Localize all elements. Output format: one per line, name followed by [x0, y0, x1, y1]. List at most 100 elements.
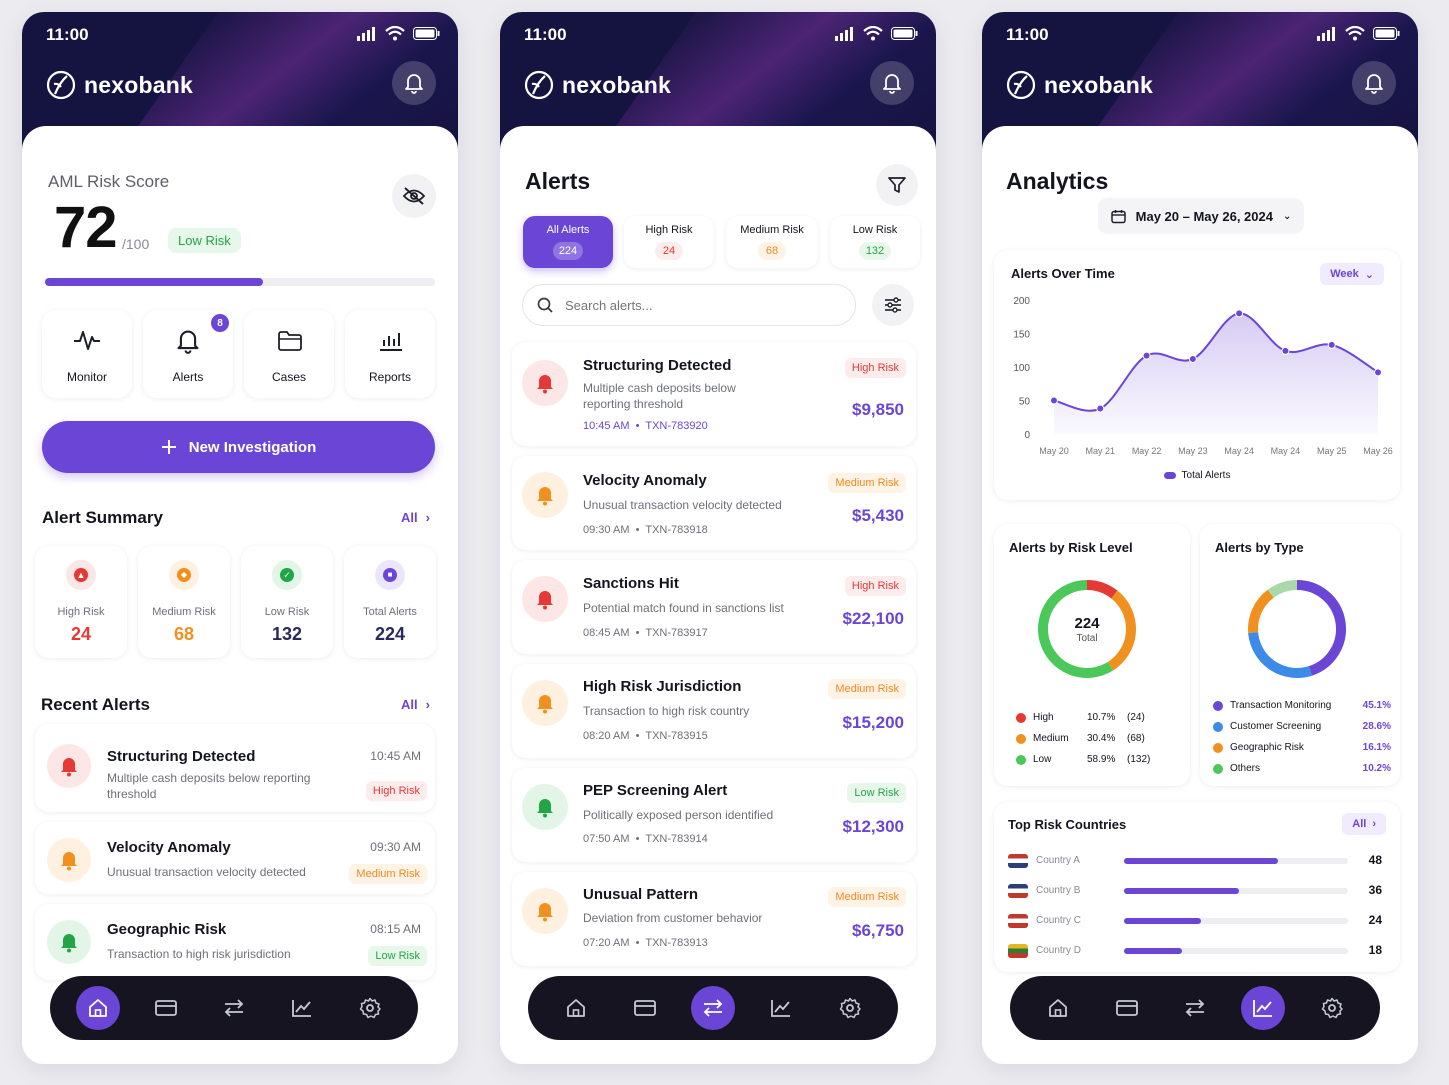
nav-home[interactable]: [76, 986, 120, 1030]
type-legend-row: Customer Screening 28.6%: [1213, 716, 1391, 737]
country-label: Country C: [1036, 915, 1082, 926]
alert-title: Geographic Risk: [107, 921, 227, 938]
x-tick-label: May 20: [1039, 446, 1069, 456]
country-bar-track: [1124, 948, 1348, 954]
donut-slice[interactable]: [1248, 631, 1312, 678]
tab-low-risk[interactable]: Low Risk 132: [830, 216, 920, 268]
type-legend-row: Others 10.2%: [1213, 758, 1391, 779]
card-icon: [1115, 1000, 1138, 1016]
search-icon: [537, 297, 553, 313]
country-bar: [1124, 948, 1182, 954]
search-input[interactable]: [565, 297, 805, 313]
nav-home[interactable]: [554, 986, 598, 1030]
tab-label: High Risk: [645, 224, 693, 236]
bell-icon: [883, 74, 901, 94]
country-value: 18: [1368, 943, 1382, 957]
alert-list-item[interactable]: Structuring Detected Multiple cash depos…: [512, 342, 916, 446]
quick-action-cases[interactable]: Cases: [244, 310, 334, 398]
nav-cards[interactable]: [144, 986, 188, 1030]
alert-description: Politically exposed person identified: [583, 808, 774, 822]
nav-settings[interactable]: [348, 986, 392, 1030]
risk-level-badge: Low Risk: [168, 228, 241, 253]
data-point[interactable]: [1374, 368, 1382, 377]
tab-medium-risk[interactable]: Medium Risk 68: [726, 216, 818, 268]
search-box[interactable]: [522, 284, 856, 326]
recent-alert-item[interactable]: Geographic Risk Transaction to high risk…: [35, 904, 435, 980]
notifications-button[interactable]: [1352, 61, 1396, 105]
data-point[interactable]: [1188, 354, 1197, 363]
alert-meta: 08:45 AM • TXN-783917: [583, 627, 708, 639]
filter-button[interactable]: [876, 164, 918, 206]
country-row[interactable]: Country D 18: [1008, 940, 1386, 962]
data-point[interactable]: [1096, 404, 1105, 413]
nav-home[interactable]: [1036, 986, 1080, 1030]
signal-icon: [1317, 26, 1335, 41]
signal-icon: [835, 26, 853, 41]
alert-summary-all-link[interactable]: All ›: [401, 510, 430, 525]
sort-options-button[interactable]: [872, 284, 914, 326]
data-point[interactable]: [1142, 351, 1151, 360]
data-point[interactable]: [1281, 346, 1290, 355]
type-legend-row: Transaction Monitoring 45.1%: [1213, 695, 1391, 716]
summary-low-risk[interactable]: ✓ Low Risk 132: [241, 546, 333, 658]
quick-action-monitor[interactable]: Monitor: [42, 310, 132, 398]
alert-list-item[interactable]: Sanctions Hit Potential match found in s…: [512, 560, 916, 654]
countries-all-link[interactable]: All ›: [1342, 813, 1386, 835]
risk-legend-row: Medium 30.4% (68): [1016, 728, 1176, 749]
alert-list-item[interactable]: High Risk Jurisdiction Transaction to hi…: [512, 664, 916, 758]
x-tick-label: May 25: [1317, 446, 1347, 456]
summary-high-risk[interactable]: ▲ High Risk 24: [35, 546, 127, 658]
data-point[interactable]: [1327, 340, 1336, 349]
country-row[interactable]: Country C 24: [1008, 910, 1386, 932]
quick-action-alerts[interactable]: 8 Alerts: [143, 310, 233, 398]
nav-settings[interactable]: [1310, 986, 1354, 1030]
notifications-button[interactable]: [392, 61, 436, 105]
alert-description: Multiple cash deposits below reporting t…: [583, 381, 736, 411]
gear-icon: [1321, 997, 1343, 1019]
alert-risk-badge: Medium Risk: [828, 473, 906, 493]
nav-cards[interactable]: [623, 986, 667, 1030]
brand-logo[interactable]: nexobank: [524, 70, 671, 100]
hide-score-button[interactable]: [392, 174, 436, 218]
donut-slice[interactable]: [1086, 580, 1118, 599]
donut-slice[interactable]: [1267, 580, 1298, 598]
nav-cards[interactable]: [1105, 986, 1149, 1030]
recent-alert-item[interactable]: Velocity Anomaly Unusual transaction vel…: [35, 822, 435, 894]
nav-analytics[interactable]: [1241, 986, 1286, 1030]
nav-settings[interactable]: [828, 986, 872, 1030]
recent-alerts-all-link[interactable]: All ›: [401, 697, 430, 712]
data-point[interactable]: [1050, 396, 1058, 405]
notifications-button[interactable]: [870, 61, 914, 105]
nav-transfers[interactable]: [690, 986, 735, 1030]
alert-list-item[interactable]: Unusual Pattern Deviation from customer …: [512, 872, 916, 966]
alert-list-item[interactable]: PEP Screening Alert Politically exposed …: [512, 768, 916, 862]
nav-analytics[interactable]: [280, 986, 324, 1030]
brand-logo[interactable]: nexobank: [1006, 70, 1153, 100]
country-row[interactable]: Country B 36: [1008, 880, 1386, 902]
recent-alert-item[interactable]: Structuring Detected Multiple cash depos…: [35, 724, 435, 812]
alert-amount: $22,100: [842, 609, 904, 628]
date-range-picker[interactable]: May 20 – May 26, 2024 ⌄: [1098, 198, 1304, 234]
alert-bell-icon: [522, 360, 568, 406]
quick-action-reports[interactable]: Reports: [345, 310, 435, 398]
summary-medium-risk[interactable]: ◆ Medium Risk 68: [138, 546, 230, 658]
high-risk-icon: ▲: [66, 560, 96, 590]
summary-total-alerts[interactable]: ■ Total Alerts 224: [344, 546, 436, 658]
donut-slice[interactable]: [1296, 580, 1346, 676]
nav-analytics[interactable]: [759, 986, 803, 1030]
wifi-icon: [385, 26, 405, 41]
status-icons: [835, 26, 918, 41]
data-point[interactable]: [1235, 309, 1244, 318]
battery-icon: [1373, 27, 1400, 40]
new-investigation-button[interactable]: New Investigation: [42, 421, 435, 473]
donut-slice[interactable]: [1248, 589, 1274, 633]
tab-high-risk[interactable]: High Risk 24: [624, 216, 714, 268]
nav-transfers[interactable]: [1173, 986, 1217, 1030]
nav-transfers[interactable]: [212, 986, 256, 1030]
alert-list-item[interactable]: Velocity Anomaly Unusual transaction vel…: [512, 456, 916, 550]
country-row[interactable]: Country A 48: [1008, 850, 1386, 872]
alert-description: Unusual transaction velocity detected: [107, 865, 306, 879]
brand-logo[interactable]: nexobank: [46, 70, 193, 100]
alert-time: 10:45 AM: [370, 749, 421, 763]
tab-all-alerts[interactable]: All Alerts 224: [523, 216, 613, 268]
